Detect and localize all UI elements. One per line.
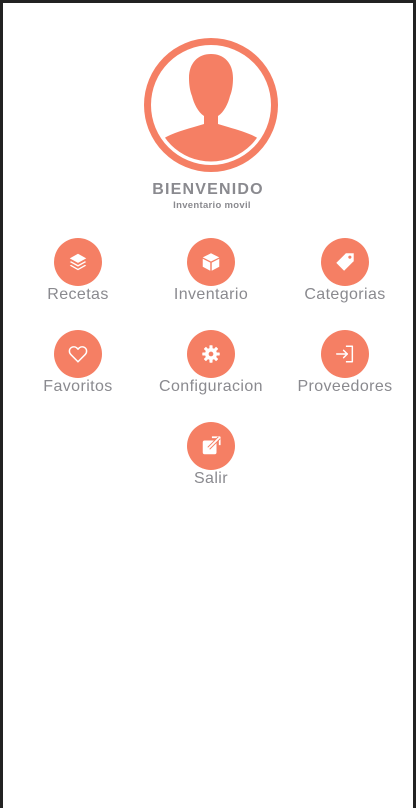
menu-item-label: Favoritos: [43, 378, 113, 395]
menu-item-label: Categorias: [304, 286, 386, 303]
welcome-title: BIENVENIDO: [152, 181, 264, 198]
app-screen: BIENVENIDO Inventario movil Recetas Inve…: [0, 0, 416, 808]
menu-circle[interactable]: [54, 238, 102, 286]
user-avatar-icon: [144, 38, 278, 172]
menu-item-configuracion[interactable]: Configuracion: [143, 330, 279, 400]
heart-icon: [68, 346, 88, 363]
menu-item-label: Configuracion: [159, 378, 263, 395]
menu-item-categorias[interactable]: Categorias: [277, 238, 413, 308]
menu-item-favoritos[interactable]: Favoritos: [10, 330, 146, 400]
menu-item-inventario[interactable]: Inventario: [143, 238, 279, 308]
box-icon: [202, 253, 220, 271]
menu-item-proveedores[interactable]: Proveedores: [277, 330, 413, 400]
menu-item-label: Proveedores: [297, 378, 393, 395]
menu-item-label: Recetas: [47, 286, 109, 303]
menu-circle[interactable]: [54, 330, 102, 378]
menu-circle[interactable]: [321, 330, 369, 378]
tag-icon: [336, 253, 354, 271]
avatar: [144, 38, 278, 172]
menu-circle[interactable]: [321, 238, 369, 286]
layers-icon: [69, 253, 87, 271]
menu-circle[interactable]: [187, 330, 235, 378]
gear-icon: [202, 345, 220, 363]
login-icon: [336, 345, 354, 363]
menu-item-salir[interactable]: Salir: [143, 422, 279, 492]
menu-item-label: Inventario: [173, 286, 249, 303]
menu-item-recetas[interactable]: Recetas: [10, 238, 146, 308]
app-subtitle: Inventario movil: [173, 200, 251, 211]
menu-item-label: Salir: [193, 470, 228, 487]
menu-circle[interactable]: [187, 238, 235, 286]
menu-circle[interactable]: [187, 422, 235, 470]
external-link-icon: [202, 436, 221, 455]
